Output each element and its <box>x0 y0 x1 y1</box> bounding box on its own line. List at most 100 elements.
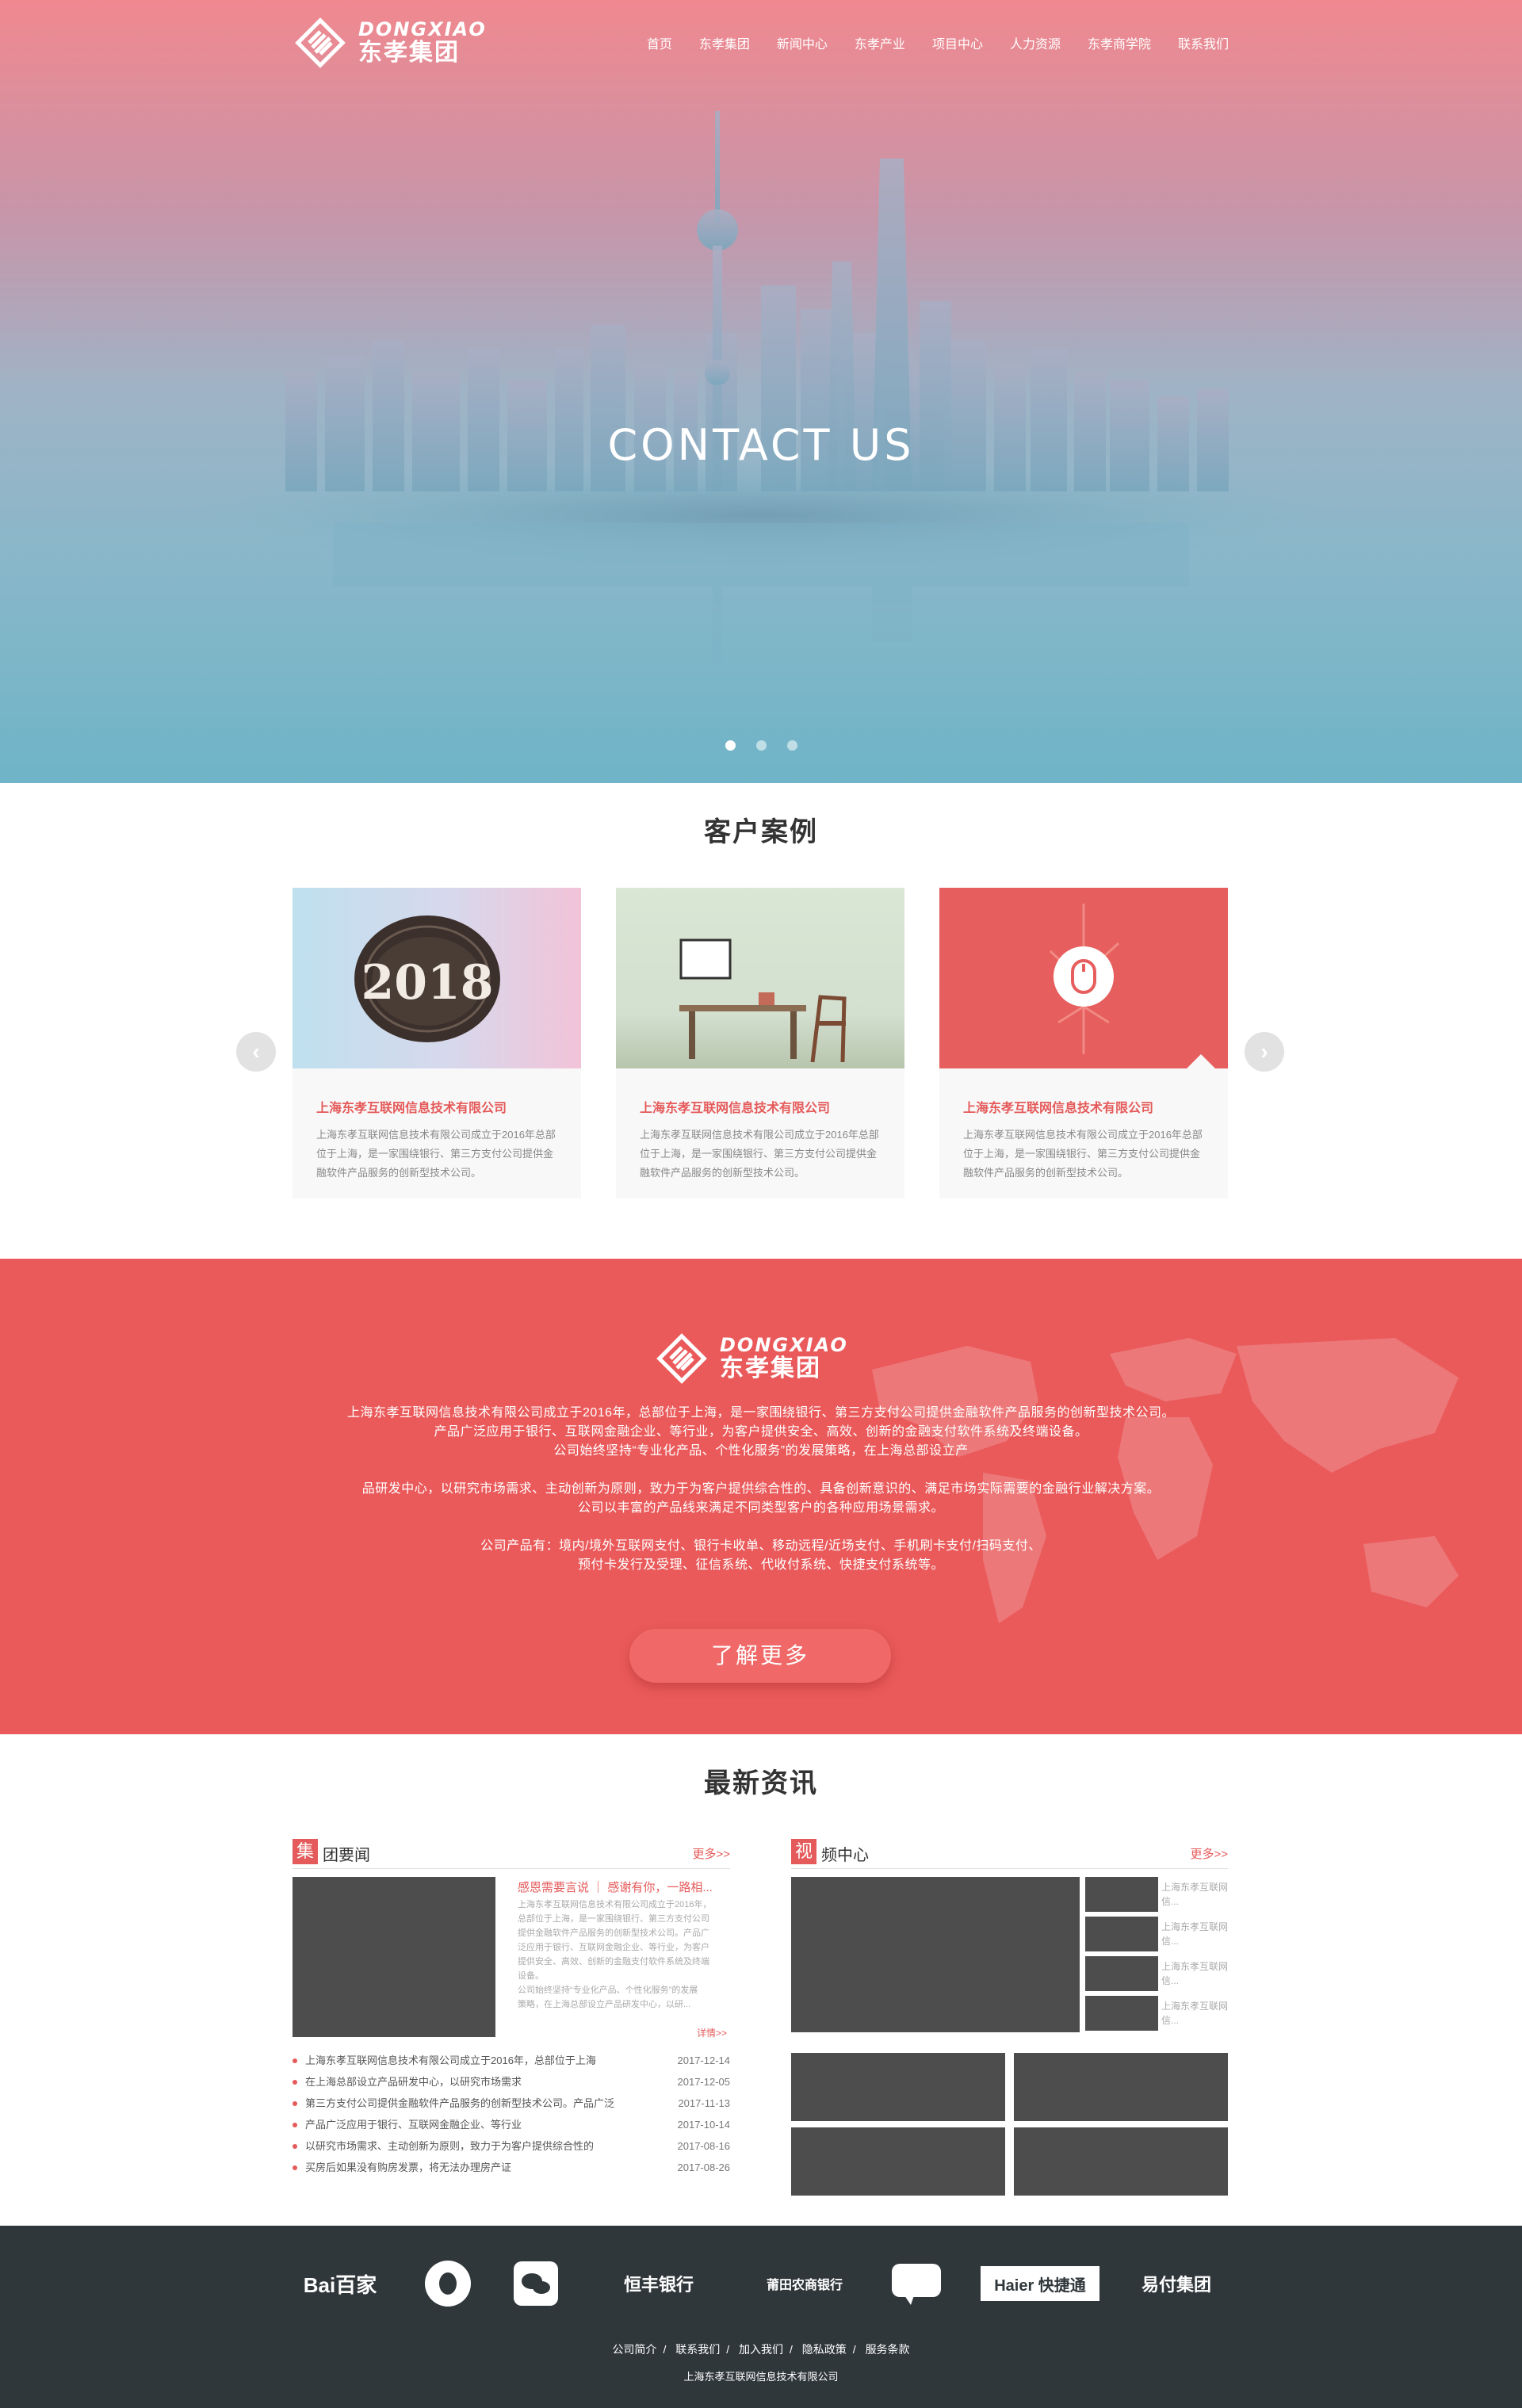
news-list-item[interactable]: 第三方支付公司提供金融软件产品服务的创新型技术公司。产品广泛 2017-11-13 <box>293 2093 730 2114</box>
about-line: 上海东孝互联网信息技术有限公司成立于2016年，总部位于上海，是一家围绕银行、第… <box>346 1406 1176 1420</box>
news-item-date: 2017-11-13 <box>678 2097 730 2109</box>
news-item-text: 第三方支付公司提供金融软件产品服务的创新型技术公司。产品广泛 <box>305 2097 615 2109</box>
partner-hengfeng-logo[interactable]: 恒丰银行 <box>603 2256 714 2311</box>
slider-dots <box>0 740 1522 751</box>
nav-item-industry[interactable]: 东孝产业 <box>855 33 905 52</box>
video-thumb[interactable] <box>1085 1877 1158 1912</box>
cases-carousel: 2018 上海东孝互联网信息技术有限公司 上海东孝互联网信息技术有限公司成立于2… <box>293 888 1228 1198</box>
nav-item-group[interactable]: 东孝集团 <box>699 33 750 52</box>
about-text: 上海东孝互联网信息技术有限公司成立于2016年，总部位于上海，是一家围绕银行、第… <box>0 1404 1522 1575</box>
group-news-more-link[interactable]: 更多>> <box>692 1845 730 1862</box>
logo-en-text: DONGXIAO <box>358 18 487 40</box>
partner-baidu-logo[interactable]: Bai百家 <box>293 2256 388 2311</box>
news-detail-link[interactable]: 详情>> <box>697 2026 727 2039</box>
video-center-header: 视 频中心 更多>> <box>791 1837 1228 1869</box>
news-item-date: 2017-08-26 <box>677 2161 731 2173</box>
about-line: 公司以丰富的产品线来满足不同类型客户的各种应用场景需求。 <box>577 1501 944 1515</box>
about-logo-cn: 东孝集团 <box>720 1355 821 1382</box>
video-caption[interactable]: 上海东孝互联网信... <box>1161 1999 1228 2028</box>
news-list-item[interactable]: 上海东孝互联网信息技术有限公司成立于2016年，总部位于上海 2017-12-14 <box>293 2050 730 2071</box>
news-section-title: 最新资讯 <box>704 1768 818 1798</box>
hero-banner: DONGXIAO 东孝集团 首页 东孝集团 新闻中心 东孝产业 项目中心 人力资… <box>0 0 1522 783</box>
news-snippet-title[interactable]: 感恩需要言说 ｜ 感谢有你，一路相... <box>518 1879 713 1895</box>
partner-haier-logo[interactable]: Haier 快捷通 <box>981 2266 1099 2301</box>
snippet-line: 泛应用于银行、互联网金融企业、等行业，为客户 <box>518 1943 709 1952</box>
news-snippet-text: 上海东孝互联网信息技术有限公司成立于2016年， 总部位于上海，是一家围绕银行、… <box>518 1898 732 2012</box>
qq-icon[interactable] <box>424 2256 472 2311</box>
video-caption[interactable]: 上海东孝互联网信... <box>1161 1920 1228 1948</box>
video-caption[interactable]: 上海东孝互联网信... <box>1161 1880 1228 1909</box>
partner-snb-logo[interactable] <box>889 2256 944 2311</box>
partner-yifu-logo[interactable]: 易付集团 <box>1125 2256 1228 2311</box>
case-desc: 上海东孝互联网信息技术有限公司成立于2016年总部位于上海，是一家围绕银行、第三… <box>640 1129 879 1179</box>
snippet-line: 设备。 <box>518 1971 544 1981</box>
footer-link-privacy[interactable]: 隐私政策 <box>802 2343 847 2356</box>
footer-link-contact[interactable]: 联系我们 <box>675 2343 720 2356</box>
nav-item-home[interactable]: 首页 <box>647 33 672 52</box>
about-logo: DONGXIAO 东孝集团 <box>655 1327 893 1390</box>
chevron-left-icon: ‹ <box>252 1039 260 1064</box>
news-item-text: 产品广泛应用于银行、互联网金融企业、等行业 <box>305 2119 522 2131</box>
case-card[interactable]: 上海东孝互联网信息技术有限公司 上海东孝互联网信息技术有限公司成立于2016年总… <box>616 888 904 1198</box>
case-card[interactable]: 2018 上海东孝互联网信息技术有限公司 上海东孝互联网信息技术有限公司成立于2… <box>293 888 581 1198</box>
video-caption[interactable]: 上海东孝互联网信... <box>1161 1959 1228 1988</box>
video-center-title: 频中心 <box>821 1847 869 1864</box>
case-image-mouse <box>939 888 1228 1068</box>
footer-link-join[interactable]: 加入我们 <box>739 2343 783 2356</box>
slider-dot-1[interactable] <box>725 740 736 751</box>
case-image-desk <box>616 888 904 1068</box>
skyline-illustration <box>190 111 1332 666</box>
video-tile[interactable] <box>1014 2127 1228 2196</box>
footer-link-about[interactable]: 公司简介 <box>612 2343 656 2356</box>
logo[interactable]: DONGXIAO 东孝集团 <box>293 11 523 75</box>
cases-next-button[interactable]: › <box>1245 1032 1284 1072</box>
slider-dot-3[interactable] <box>786 740 797 751</box>
video-tile[interactable] <box>1014 2053 1228 2121</box>
news-item-text: 以研究市场需求、主动创新为原则，致力于为客户提供综合性的 <box>305 2140 595 2152</box>
case-card[interactable]: 上海东孝互联网信息技术有限公司 上海东孝互联网信息技术有限公司成立于2016年总… <box>939 888 1228 1198</box>
case-title: 上海东孝互联网信息技术有限公司 <box>640 1102 831 1115</box>
video-thumb[interactable] <box>1085 1956 1158 1991</box>
video-thumb[interactable] <box>1085 1996 1158 2031</box>
video-thumb[interactable] <box>1085 1917 1158 1951</box>
wechat-icon[interactable] <box>513 2256 559 2311</box>
video-center-badge: 视 <box>791 1839 816 1864</box>
news-item-text: 在上海总部设立产品研发中心，以研究市场需求 <box>305 2076 522 2088</box>
cases-prev-button[interactable]: ‹ <box>236 1032 276 1072</box>
news-item-text: 买房后如果没有购房发票，将无法办理房产证 <box>305 2161 512 2173</box>
news-item-date: 2017-10-14 <box>677 2119 731 2131</box>
about-line: 公司产品有：境内/境外互联网支付、银行卡收单、移动远程/近场支付、手机刷卡支付/… <box>480 1539 1042 1553</box>
nav-item-contact[interactable]: 联系我们 <box>1178 33 1229 52</box>
news-list-item[interactable]: 以研究市场需求、主动创新为原则，致力于为客户提供综合性的 2017-08-16 <box>293 2135 730 2157</box>
about-section: DONGXIAO 东孝集团 上海东孝互联网信息技术有限公司成立于2016年，总部… <box>0 1259 1522 1734</box>
news-item-date: 2017-12-14 <box>677 2054 731 2066</box>
about-line: 公司始终坚持“专业化产品、个性化服务”的发展策略，在上海总部设立产 <box>553 1444 969 1458</box>
video-tile[interactable] <box>791 2127 1005 2196</box>
video-main-player[interactable] <box>791 1877 1080 2032</box>
nav-item-hr[interactable]: 人力资源 <box>1010 33 1061 52</box>
top-navigation: DONGXIAO 东孝集团 首页 东孝集团 新闻中心 东孝产业 项目中心 人力资… <box>293 11 1229 75</box>
learn-more-button[interactable]: 了解更多 <box>629 1629 891 1683</box>
nav-item-news[interactable]: 新闻中心 <box>777 33 828 52</box>
group-news-header: 集 团要闻 更多>> <box>293 1837 730 1869</box>
footer-link-terms[interactable]: 服务条款 <box>866 2343 910 2356</box>
news-list-item[interactable]: 买房后如果没有购房发票，将无法办理房产证 2017-08-26 <box>293 2157 730 2178</box>
hero-title: CONTACT US <box>607 420 915 470</box>
nav-item-academy[interactable]: 东孝商学院 <box>1088 33 1151 52</box>
news-thumbnail[interactable] <box>293 1877 495 2037</box>
partner-putian-bank-logo[interactable]: 莆田农商银行 <box>749 2256 860 2311</box>
news-list-item[interactable]: 在上海总部设立产品研发中心，以研究市场需求 2017-12-05 <box>293 2071 730 2093</box>
snippet-line: 策略，在上海总部设立产品研发中心，以研... <box>518 2000 691 2009</box>
about-line: 品研发中心，以研究市场需求、主动创新为原则，致力于为客户提供综合性的、具备创新意… <box>361 1482 1161 1496</box>
snippet-line: 上海东孝互联网信息技术有限公司成立于2016年， <box>518 1900 712 1909</box>
news-item-date: 2017-12-05 <box>677 2076 731 2088</box>
nav-item-projects[interactable]: 项目中心 <box>932 33 983 52</box>
case-desc: 上海东孝互联网信息技术有限公司成立于2016年总部位于上海，是一家围绕银行、第三… <box>316 1129 556 1179</box>
video-tile[interactable] <box>791 2053 1005 2121</box>
group-news-title: 团要闻 <box>323 1847 370 1864</box>
news-list-item[interactable]: 产品广泛应用于银行、互联网金融企业、等行业 2017-10-14 <box>293 2114 730 2135</box>
case-title: 上海东孝互联网信息技术有限公司 <box>316 1102 507 1115</box>
snippet-line: 提供安全、高效、创新的金融支付软件系统及终端 <box>518 1957 709 1967</box>
slider-dot-2[interactable] <box>755 740 767 751</box>
video-center-more-link[interactable]: 更多>> <box>1190 1845 1228 1862</box>
